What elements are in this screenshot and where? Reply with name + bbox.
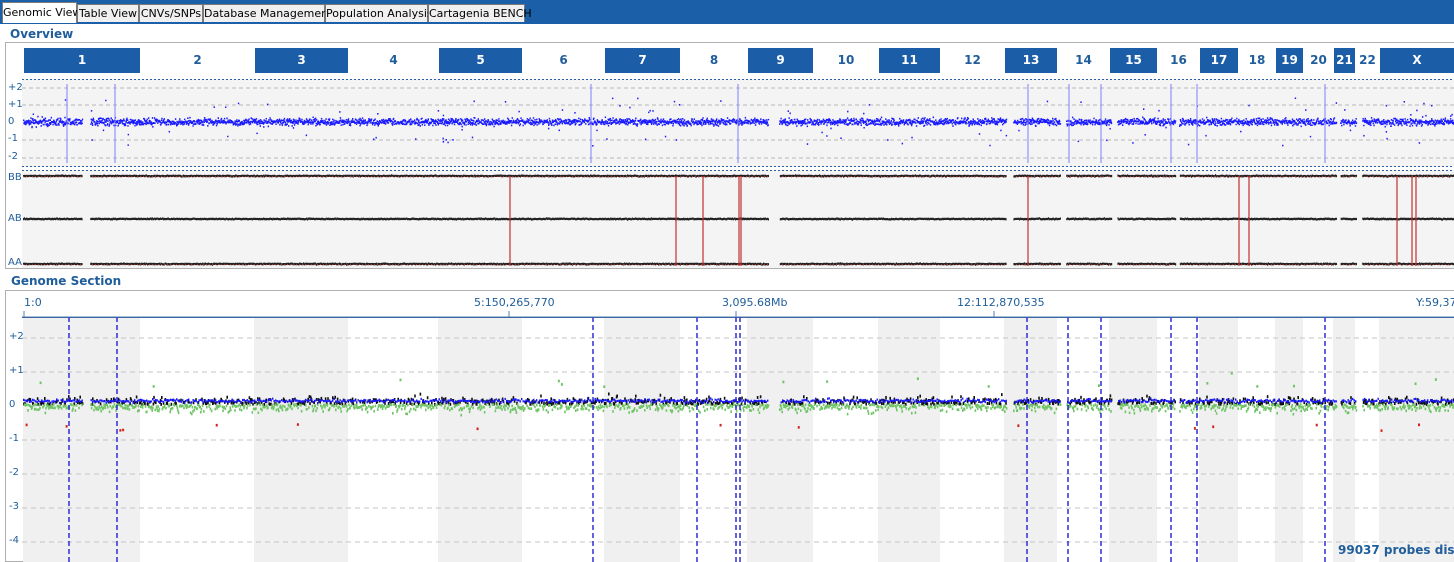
position-axis-ticks	[22, 311, 1454, 318]
chromosome-18[interactable]: 18	[1239, 48, 1275, 73]
chromosome-14[interactable]: 14	[1058, 48, 1109, 73]
chromosome-11[interactable]: 11	[879, 48, 940, 73]
chromosome-19[interactable]: 19	[1276, 48, 1303, 73]
chromosome-x[interactable]: X	[1380, 48, 1454, 73]
chromosome-22[interactable]: 22	[1356, 48, 1379, 73]
section-y-label-2: 0	[9, 399, 16, 410]
chromosome-16[interactable]: 16	[1158, 48, 1199, 73]
chromosome-10[interactable]: 10	[814, 48, 878, 73]
section-y-label-5: -3	[9, 501, 19, 512]
chromosome-band	[604, 317, 680, 562]
chromosome-band	[1275, 317, 1303, 562]
chromosome-9[interactable]: 9	[748, 48, 813, 73]
chromosome-12[interactable]: 12	[941, 48, 1004, 73]
tab-cartagenia-bench[interactable]: Cartagenia BENCH	[428, 4, 532, 22]
overview-baf-plot[interactable]	[22, 170, 1454, 268]
genome-section-plot[interactable]	[22, 317, 1454, 562]
section-y-label-6: -4	[9, 535, 19, 546]
chromosome-bar: 1 2 3 4 5 6 7 8 9 10 11 12 13 14 15 16 17 18 19 20 21 22 X	[0, 48, 1454, 74]
tab-database-management[interactable]: Database Management	[203, 4, 332, 22]
section-y-label-3: -1	[9, 433, 19, 444]
baf-label-2: AA	[8, 257, 22, 268]
chromosome-6[interactable]: 6	[523, 48, 604, 73]
chromosome-8[interactable]: 8	[681, 48, 747, 73]
chromosome-1[interactable]: 1	[24, 48, 140, 73]
tab-genomic-view[interactable]: Genomic View	[2, 2, 81, 23]
chromosome-2[interactable]: 2	[141, 48, 254, 73]
chromosome-20[interactable]: 20	[1304, 48, 1333, 73]
tab-bar: Genomic View Table View CNVs/SNPs Databa…	[0, 0, 1454, 24]
chromosome-15[interactable]: 15	[1110, 48, 1157, 73]
tab-cnvs-snps[interactable]: CNVs/SNPs	[139, 4, 203, 22]
overview-title: Overview	[10, 27, 74, 41]
chromosome-5[interactable]: 5	[439, 48, 522, 73]
overview-logratio-plot[interactable]	[22, 79, 1454, 167]
overview-y-label-4: -2	[8, 151, 18, 162]
genome-section-title: Genome Section	[11, 274, 122, 288]
overview-y-label-2: 0	[8, 116, 15, 127]
tab-population-analysis[interactable]: Population Analysis	[325, 4, 433, 22]
chromosome-3[interactable]: 3	[255, 48, 348, 73]
overview-y-label-3: -1	[8, 133, 18, 144]
section-y-label-4: -2	[9, 467, 19, 478]
chromosome-21[interactable]: 21	[1334, 48, 1355, 73]
chromosome-7[interactable]: 7	[605, 48, 680, 73]
chromosome-13[interactable]: 13	[1005, 48, 1057, 73]
baf-label-1: AB	[8, 213, 22, 224]
probe-count-status: 99037 probes displa	[1338, 543, 1454, 557]
overview-y-label-1: +1	[8, 99, 23, 110]
chromosome-4[interactable]: 4	[349, 48, 438, 73]
chromosome-17[interactable]: 17	[1200, 48, 1238, 73]
overview-y-label-0: +2	[8, 82, 23, 93]
baf-label-0: BB	[8, 172, 22, 183]
tab-table-view[interactable]: Table View	[77, 4, 139, 22]
